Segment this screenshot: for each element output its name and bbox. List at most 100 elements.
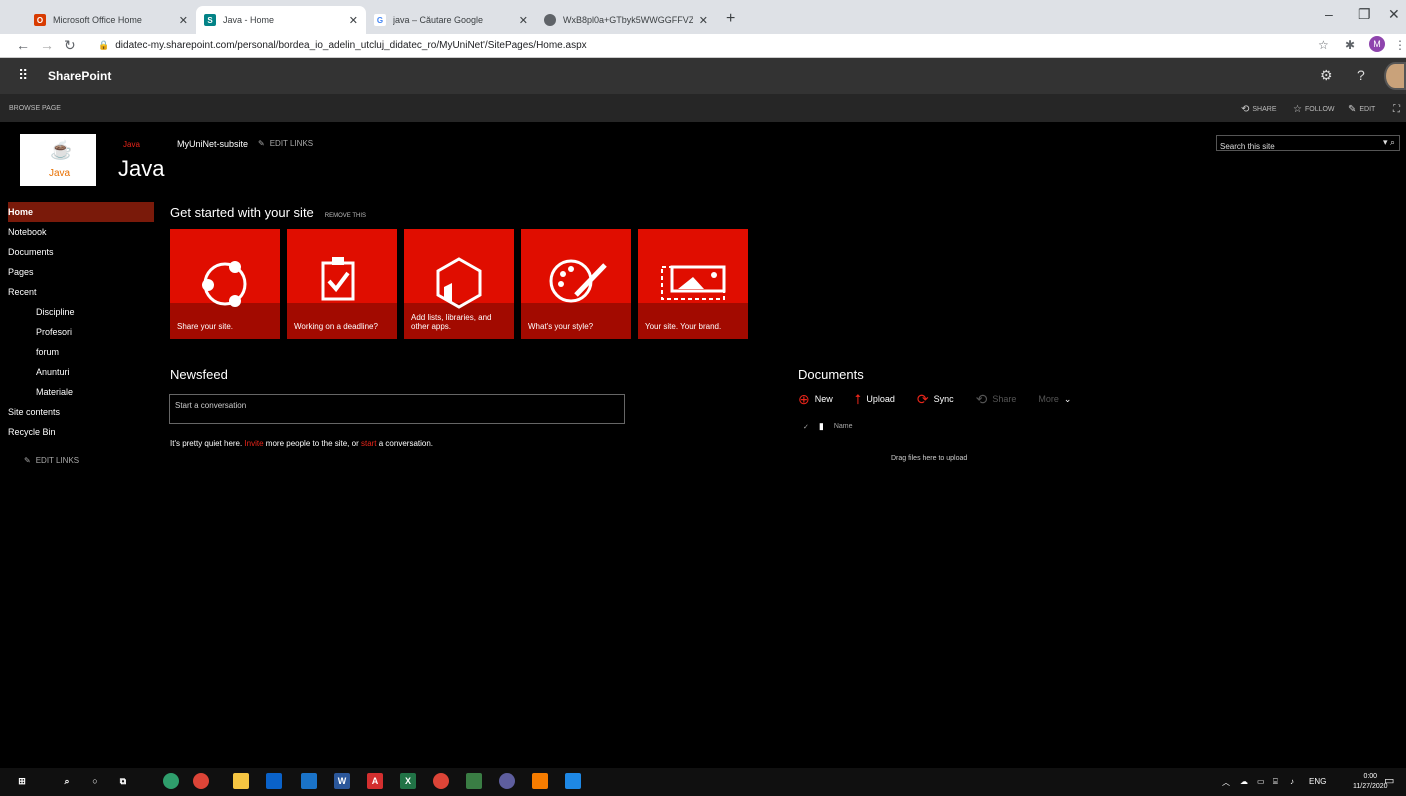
close-icon[interactable]: ✕ xyxy=(349,14,358,27)
minimize-icon[interactable]: – xyxy=(1325,6,1333,22)
topnav-link-subsite[interactable]: MyUniNet-subsite xyxy=(177,139,248,149)
nav-item-pages[interactable]: Pages xyxy=(8,262,154,282)
network-icon[interactable]: ⌸ xyxy=(1273,777,1278,787)
edit-button[interactable]: ✎ EDIT xyxy=(1348,104,1375,115)
menu-icon[interactable]: ⋮ xyxy=(1394,38,1406,52)
tab-generic[interactable]: WxB8pl0a+GTbyk5WWGGFFVZY ✕ xyxy=(536,6,716,34)
suite-bar: ⠿ SharePoint ⚙ ? xyxy=(0,58,1406,94)
nav-item-documents[interactable]: Documents xyxy=(8,242,154,262)
conversation-box xyxy=(169,394,625,424)
site-logo[interactable]: ☕ Java xyxy=(20,134,96,186)
pencil-icon: ✎ xyxy=(1348,104,1357,115)
search-icon[interactable]: ⌕ xyxy=(59,773,75,789)
tab-office-home[interactable]: O Microsoft Office Home ✕ xyxy=(26,6,196,34)
close-icon[interactable]: ✕ xyxy=(699,14,708,27)
nav-item-site-contents[interactable]: Site contents xyxy=(8,402,154,422)
start-link[interactable]: start xyxy=(361,439,377,448)
user-avatar[interactable] xyxy=(1384,62,1406,90)
tab-google-search[interactable]: G java – Căutare Google ✕ xyxy=(366,6,536,34)
new-document-button[interactable]: ⊕ New xyxy=(798,391,833,408)
windows-taskbar: ⊞ ⌕ ○ ⧉ W A X ︿ ☁ ▭ ⌸ ♪ ENG ▭ xyxy=(0,768,1406,796)
invite-link[interactable]: Invite xyxy=(244,439,263,448)
restore-icon[interactable]: ❐ xyxy=(1358,6,1371,23)
search-icon[interactable]: ▾ ⌕ xyxy=(1383,137,1395,148)
documents-title[interactable]: Documents xyxy=(798,367,864,382)
taskbar-clock[interactable]: 0:00 11/27/2020 xyxy=(1353,772,1388,792)
photos-icon[interactable] xyxy=(565,773,581,789)
tile-share-site[interactable]: Share your site. xyxy=(170,229,280,339)
focus-mode-icon[interactable]: ⛶ xyxy=(1393,104,1400,115)
notepad-icon[interactable] xyxy=(466,773,482,789)
nav-item-home[interactable]: Home xyxy=(8,202,154,222)
word-icon[interactable]: W xyxy=(334,773,350,789)
share-doc-button[interactable]: ⟲ Share xyxy=(976,391,1017,408)
tile-deadline[interactable]: Working on a deadline? xyxy=(287,229,397,339)
leftnav-edit-links[interactable]: ✎ EDIT LINKS xyxy=(24,456,79,465)
volume-icon[interactable]: ♪ xyxy=(1290,777,1294,786)
task-view-icon[interactable]: ⧉ xyxy=(115,773,131,789)
chrome-profile-icon[interactable] xyxy=(433,773,449,789)
follow-button[interactable]: ☆ FOLLOW xyxy=(1293,104,1335,115)
vlc-icon[interactable] xyxy=(532,773,548,789)
sharepoint-brand[interactable]: SharePoint xyxy=(48,69,111,83)
mail-icon[interactable] xyxy=(301,773,317,789)
tile-style[interactable]: What's your style? xyxy=(521,229,631,339)
upload-button[interactable]: ⭡ Upload xyxy=(855,391,895,408)
back-icon[interactable]: ← xyxy=(16,37,30,53)
cortana-icon[interactable]: ○ xyxy=(87,773,103,789)
chevron-down-icon: ⌄ xyxy=(1063,393,1072,404)
tile-add-apps[interactable]: Add lists, libraries, and other apps. xyxy=(404,229,514,339)
nav-item-anunturi[interactable]: Anunturi xyxy=(8,362,154,382)
start-conversation-input[interactable] xyxy=(170,395,624,424)
nav-item-forum[interactable]: forum xyxy=(8,342,154,362)
new-tab-button[interactable]: + xyxy=(726,10,735,28)
site-title[interactable]: Java xyxy=(118,156,164,182)
nav-item-profesori[interactable]: Profesori xyxy=(8,322,154,342)
ribbon-tab-browse[interactable]: BROWSE xyxy=(9,105,40,112)
store-icon[interactable] xyxy=(266,773,282,789)
nav-item-notebook[interactable]: Notebook xyxy=(8,222,154,242)
window-close-icon[interactable]: ✕ xyxy=(1388,6,1400,23)
sync-button[interactable]: ⟳ Sync xyxy=(917,391,954,408)
ribbon: BROWSE PAGE ⟲ SHARE ☆ FOLLOW ✎ EDIT ⛶ xyxy=(0,94,1406,122)
url-field[interactable]: 🔒 didatec-my.sharepoint.com/personal/bord… xyxy=(98,40,587,51)
language-indicator[interactable]: ENG xyxy=(1309,777,1326,786)
remove-this-link[interactable]: REMOVE THIS xyxy=(325,213,366,219)
tile-brand[interactable]: Your site. Your brand. xyxy=(638,229,748,339)
tray-expand-icon[interactable]: ︿ xyxy=(1222,777,1230,788)
nav-item-discipline[interactable]: Discipline xyxy=(8,302,154,322)
more-button[interactable]: More ⌄ xyxy=(1038,394,1071,405)
profile-avatar[interactable]: M xyxy=(1369,36,1385,52)
bookmark-star-icon[interactable]: ☆ xyxy=(1318,38,1329,52)
topnav-edit-links[interactable]: ✎ EDIT LINKS xyxy=(258,139,313,148)
edge-icon[interactable] xyxy=(163,773,179,789)
address-bar: ← → ↻ 🔒 didatec-my.sharepoint.com/persona… xyxy=(0,34,1406,58)
search-input[interactable] xyxy=(1217,139,1367,154)
nav-item-materiale[interactable]: Materiale xyxy=(8,382,154,402)
topnav-current[interactable]: Java xyxy=(123,140,140,149)
tab-java-home[interactable]: S Java - Home ✕ xyxy=(196,6,366,34)
close-icon[interactable]: ✕ xyxy=(519,14,528,27)
file-type-icon: ▮ xyxy=(818,421,824,431)
acrobat-icon[interactable]: A xyxy=(367,773,383,789)
name-column-header[interactable]: Name xyxy=(834,423,853,430)
chrome-icon[interactable] xyxy=(193,773,209,789)
close-icon[interactable]: ✕ xyxy=(179,14,188,27)
share-button[interactable]: ⟲ SHARE xyxy=(1241,104,1277,115)
extensions-icon[interactable]: ✱ xyxy=(1345,38,1355,52)
app-launcher-icon[interactable]: ⠿ xyxy=(18,67,28,84)
google-icon: G xyxy=(374,14,386,26)
select-all-check-icon[interactable]: ✓ xyxy=(803,423,809,431)
settings-gear-icon[interactable]: ⚙ xyxy=(1320,67,1333,84)
nav-item-recycle-bin[interactable]: Recycle Bin xyxy=(8,422,154,442)
file-explorer-icon[interactable] xyxy=(233,773,249,789)
ribbon-tab-page[interactable]: PAGE xyxy=(42,105,61,112)
help-icon[interactable]: ? xyxy=(1357,67,1365,83)
onedrive-icon[interactable]: ☁ xyxy=(1240,777,1248,786)
app-icon[interactable] xyxy=(499,773,515,789)
forward-icon[interactable]: → xyxy=(40,37,54,53)
battery-icon[interactable]: ▭ xyxy=(1257,777,1265,786)
reload-icon[interactable]: ↻ xyxy=(64,37,76,54)
excel-icon[interactable]: X xyxy=(400,773,416,789)
windows-start-icon[interactable]: ⊞ xyxy=(14,773,30,789)
